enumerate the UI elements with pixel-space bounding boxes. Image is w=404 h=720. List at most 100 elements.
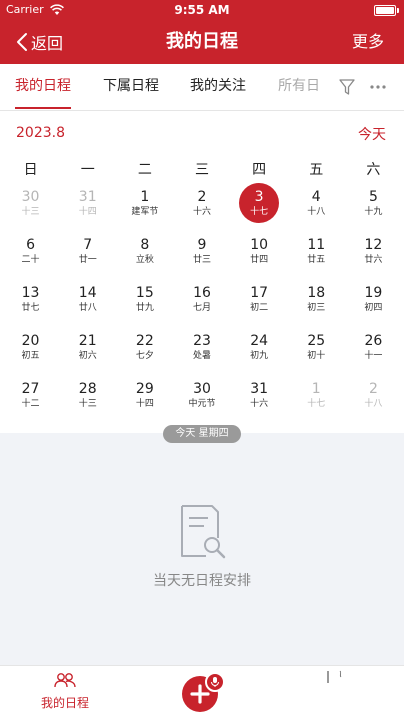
back-label: 返回 xyxy=(31,34,64,53)
calendar-day[interactable]: 26 十一 xyxy=(345,331,402,379)
day-number: 30 xyxy=(21,188,40,205)
day-number: 18 xyxy=(307,284,326,301)
lunar-label: 十二 xyxy=(21,398,40,409)
lunar-label: 初四 xyxy=(364,302,383,313)
day-cell-inner: 3 十七 xyxy=(239,183,280,223)
calendar-day[interactable]: 30 十三 xyxy=(2,187,59,235)
day-cell-inner: 26 十一 xyxy=(353,327,393,367)
day-number: 22 xyxy=(135,332,154,349)
tab-my-schedule[interactable]: 我的日程 xyxy=(15,64,71,109)
lunar-label: 初十 xyxy=(307,350,326,361)
calendar-day[interactable]: 30 中元节 xyxy=(173,379,230,427)
calendar-day[interactable]: 31 十六 xyxy=(231,379,288,427)
calendar-day[interactable]: 24 初九 xyxy=(231,331,288,379)
day-cell-inner: 21 初六 xyxy=(68,327,108,367)
day-cell-inner: 8 立秋 xyxy=(125,231,165,271)
filter-icon[interactable] xyxy=(338,78,356,96)
day-number: 23 xyxy=(193,332,211,349)
day-cell-inner: 1 建军节 xyxy=(125,183,165,223)
calendar-day[interactable]: 28 十三 xyxy=(59,379,116,427)
day-cell-inner: 5 十九 xyxy=(353,183,393,223)
day-number: 31 xyxy=(78,188,97,205)
day-number: 28 xyxy=(78,380,97,397)
status-time: 9:55 AM xyxy=(174,3,230,17)
back-button[interactable]: 返回 xyxy=(16,29,63,55)
calendar-day[interactable]: 27 十二 xyxy=(2,379,59,427)
day-number: 29 xyxy=(135,380,154,397)
calendar-day[interactable]: 31 十四 xyxy=(59,187,116,235)
tab-my-follows[interactable]: 我的关注 xyxy=(190,64,246,108)
calendar-day[interactable]: 13 廿七 xyxy=(2,283,59,331)
weekday-label: 一 xyxy=(80,162,95,178)
calendar-day[interactable]: 29 十四 xyxy=(116,379,173,427)
calendar-day[interactable]: 1 十七 xyxy=(288,379,345,427)
day-cell-inner: 6 二十 xyxy=(11,231,51,271)
calendar-day[interactable]: 15 廿九 xyxy=(116,283,173,331)
calendar-day[interactable]: 23 处暑 xyxy=(173,331,230,379)
weekday-label: 日 xyxy=(23,162,38,178)
day-cell-inner: 27 十二 xyxy=(11,375,51,415)
calendar-day[interactable]: 17 初二 xyxy=(231,283,288,331)
calendar-day[interactable]: 10 廿四 xyxy=(231,235,288,283)
calendar-day[interactable]: 1 建军节 xyxy=(116,187,173,235)
more-dots-icon[interactable] xyxy=(368,78,388,96)
divider-mark-icon xyxy=(327,670,342,683)
calendar-day[interactable]: 20 初五 xyxy=(2,331,59,379)
bottom-tab-my-schedule[interactable]: 我的日程 xyxy=(30,672,100,711)
lunar-label: 建军节 xyxy=(131,206,159,217)
lunar-label: 十八 xyxy=(364,398,383,409)
day-number: 13 xyxy=(21,284,40,301)
chevron-left-icon xyxy=(17,33,27,51)
calendar-day[interactable]: 19 初四 xyxy=(345,283,402,331)
lunar-label: 十九 xyxy=(364,206,383,217)
day-cell-inner: 1 十七 xyxy=(296,375,336,415)
tab-all-schedule[interactable]: 所有日程 xyxy=(278,64,318,108)
lunar-label: 初五 xyxy=(21,350,40,361)
calendar-day[interactable]: 12 廿六 xyxy=(345,235,402,283)
people-icon xyxy=(54,673,76,688)
calendar-day[interactable]: 21 初六 xyxy=(59,331,116,379)
day-number: 11 xyxy=(307,236,326,253)
day-cell-inner: 7 廿一 xyxy=(68,231,108,271)
day-number: 31 xyxy=(250,380,269,397)
calendar-day[interactable]: 11 廿五 xyxy=(288,235,345,283)
calendar-day[interactable]: 7 廿一 xyxy=(59,235,116,283)
day-number: 8 xyxy=(140,236,150,253)
tab-subordinate-schedule[interactable]: 下属日程 xyxy=(103,64,159,108)
mic-icon[interactable] xyxy=(205,672,225,692)
calendar-day[interactable]: 25 初十 xyxy=(288,331,345,379)
lunar-label: 十七 xyxy=(250,206,269,217)
today-button[interactable]: 今天 xyxy=(358,124,386,144)
calendar: 2023.8 今天 日 一 二 三 四 五 六 30 十三 31 十四 1 建军节 2 十六 3… xyxy=(0,111,404,433)
calendar-day[interactable]: 16 七月 xyxy=(173,283,230,331)
calendar-day[interactable]: 2 十六 xyxy=(173,187,230,235)
calendar-day-today[interactable]: 3 十七 xyxy=(231,183,288,235)
calendar-day[interactable]: 18 初三 xyxy=(288,283,345,331)
day-cell-inner: 14 廿八 xyxy=(68,279,108,319)
day-cell-inner: 30 中元节 xyxy=(182,375,222,415)
day-cell-inner: 17 初二 xyxy=(239,279,279,319)
calendar-day[interactable]: 6 二十 xyxy=(2,235,59,283)
calendar-day[interactable]: 5 十九 xyxy=(345,187,402,235)
calendar-day[interactable]: 2 十八 xyxy=(345,379,402,427)
calendar-day[interactable]: 22 七夕 xyxy=(116,331,173,379)
calendar-day[interactable]: 8 立秋 xyxy=(116,235,173,283)
day-number: 1 xyxy=(140,188,150,205)
more-button[interactable]: 更多 xyxy=(352,20,384,64)
calendar-day[interactable]: 14 廿八 xyxy=(59,283,116,331)
lunar-label: 十七 xyxy=(307,398,326,409)
battery-icon xyxy=(374,5,399,16)
lunar-label: 初二 xyxy=(250,302,269,313)
lunar-label: 廿六 xyxy=(364,254,383,265)
day-cell-inner: 24 初九 xyxy=(239,327,279,367)
day-number: 2 xyxy=(368,380,378,397)
day-cell-inner: 25 初十 xyxy=(296,327,336,367)
lunar-label: 廿五 xyxy=(307,254,326,265)
lunar-label: 二十 xyxy=(21,254,40,265)
lunar-label: 十三 xyxy=(21,206,40,217)
day-number: 10 xyxy=(250,236,269,253)
calendar-day[interactable]: 4 十八 xyxy=(288,187,345,235)
lunar-label: 初三 xyxy=(307,302,326,313)
calendar-day[interactable]: 9 廿三 xyxy=(173,235,230,283)
day-number: 30 xyxy=(193,380,211,397)
